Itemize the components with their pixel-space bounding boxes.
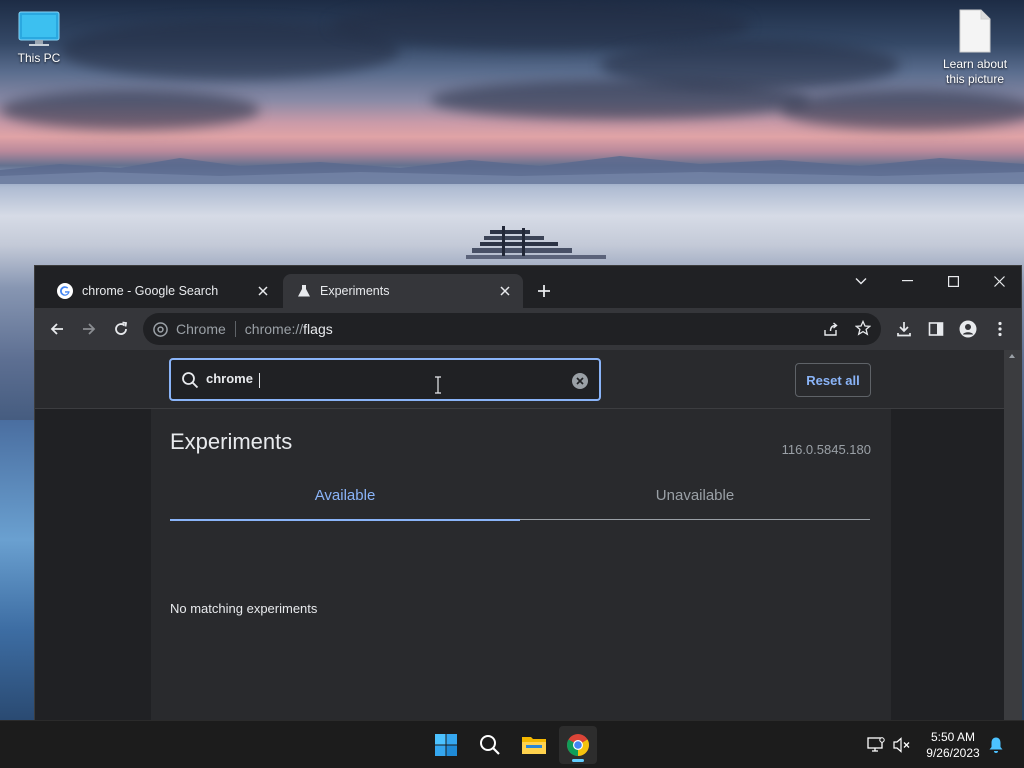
taskbar-file-explorer[interactable] [515,726,553,764]
running-indicator [572,759,584,762]
browser-toolbar: Chrome chrome://flags [35,308,1021,350]
search-icon [480,735,500,755]
selected-tab-indicator [170,519,520,521]
notification-bell-icon[interactable] [986,735,1006,755]
tab-google-search[interactable]: chrome - Google Search [43,274,281,308]
flags-page: chrome Reset all Experiments 116.0.5845.… [35,350,1005,721]
text-cursor-icon [435,376,441,394]
mountain-silhouette [0,156,1024,184]
search-value: chrome [206,371,260,388]
chrome-window: chrome - Google Search Experiments Chrom… [34,265,1022,721]
back-button[interactable] [45,317,69,341]
flags-header: chrome Reset all [35,350,1005,409]
google-icon [57,283,73,299]
close-icon[interactable] [497,283,513,299]
download-icon [897,322,911,337]
desktop-icon-learn-about-picture[interactable]: Learn about this picture [936,8,1014,87]
flags-tabs: Available Unavailable [170,487,870,521]
start-button[interactable] [427,726,465,764]
close-icon[interactable] [255,283,271,299]
url-host: flags [303,321,333,337]
share-icon[interactable] [823,321,839,340]
plus-icon [538,285,550,297]
reload-icon [115,321,128,335]
chevron-down-icon [855,278,867,285]
side-panel-icon [928,322,944,336]
downloads-button[interactable] [892,317,916,341]
clock-date: 9/26/2023 [926,746,980,760]
search-icon [182,371,199,388]
address-bar[interactable]: Chrome chrome://flags [143,313,881,345]
close-icon [993,275,1005,287]
volume-muted-icon[interactable] [892,735,912,755]
search-flags-input[interactable]: chrome [169,358,601,401]
menu-button[interactable] [988,317,1012,341]
clear-search-icon[interactable] [571,372,589,390]
omnibox-chip: Chrome [176,321,226,337]
maximize-button[interactable] [930,266,976,296]
flask-icon [298,285,310,297]
tab-unavailable[interactable]: Unavailable [520,487,870,520]
document-icon [959,9,991,53]
clock-time: 5:50 AM [930,730,976,744]
profile-button[interactable] [956,317,980,341]
system-clock[interactable]: 5:50 AM 9/26/2023 [920,729,986,761]
tab-search-button[interactable] [838,266,884,296]
arrow-left-icon [50,323,63,335]
profile-icon [959,320,977,338]
file-explorer-icon [522,737,546,754]
version-label: 116.0.5845.180 [781,442,871,457]
page-title: Experiments [170,429,293,454]
minimize-button[interactable] [884,266,930,296]
tab-available[interactable]: Available [170,487,520,520]
side-panel-button[interactable] [924,317,948,341]
forward-button[interactable] [77,317,101,341]
pier-structure [466,226,606,259]
tab-strip: chrome - Google Search Experiments [35,266,1021,308]
taskbar: 5:50 AM 9/26/2023 [0,720,1024,768]
minimize-icon [901,280,913,282]
experiments-panel: Experiments 116.0.5845.180 Available Una… [151,409,891,721]
page-scrollbar[interactable] [1004,350,1021,721]
reset-all-button[interactable]: Reset all [795,363,871,397]
reload-button[interactable] [109,317,133,341]
desktop-icon-label: This PC [17,51,61,65]
bookmark-star-icon[interactable] [854,319,872,339]
taskbar-search-button[interactable] [471,726,509,764]
omnibox-divider [234,321,236,337]
more-vertical-icon [998,321,1002,337]
start-icon [435,734,457,756]
taskbar-chrome[interactable] [559,726,597,764]
window-close-button[interactable] [976,266,1022,296]
scroll-up-arrow[interactable] [1009,354,1015,358]
chrome-logo-icon [153,321,168,337]
network-icon[interactable] [866,735,886,755]
empty-state-message: No matching experiments [170,601,318,616]
desktop-icon-label: Learn about this picture [942,57,1008,86]
tab-title: chrome - Google Search [82,284,219,298]
maximize-icon [947,275,959,287]
monitor-icon [18,11,60,46]
chrome-icon [567,734,589,756]
new-tab-button[interactable] [533,280,555,302]
arrow-right-icon [83,323,96,335]
tab-title: Experiments [320,284,390,298]
tab-experiments[interactable]: Experiments [283,274,523,308]
desktop-icon-this-pc[interactable]: This PC [0,10,78,66]
url-scheme: chrome:// [244,321,304,337]
